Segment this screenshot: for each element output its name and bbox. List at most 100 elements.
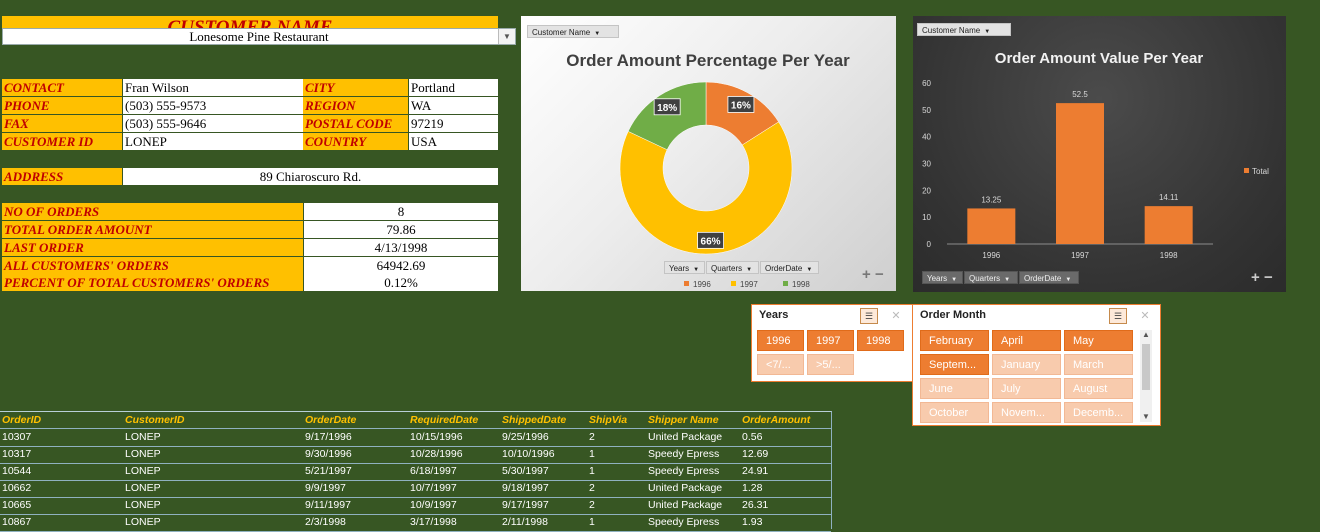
clear-filter-icon[interactable]: ✕ bbox=[1137, 308, 1153, 324]
column-header[interactable]: OrderDate bbox=[305, 412, 356, 428]
chevron-down-icon: ▼ bbox=[746, 267, 753, 273]
table-cell: 1.93 bbox=[742, 516, 763, 528]
slicer-title: Order Month bbox=[920, 309, 986, 321]
table-cell: 9/17/1997 bbox=[502, 499, 549, 511]
scroll-down-icon[interactable]: ▼ bbox=[1140, 412, 1152, 422]
slicer-item[interactable]: January bbox=[992, 354, 1061, 375]
multi-select-icon[interactable]: ☰ bbox=[1109, 308, 1127, 324]
table-cell: LONEP bbox=[125, 465, 161, 477]
bar-chart-panel: Customer Name ▼ Order Amount Value Per Ye… bbox=[913, 16, 1286, 292]
multi-select-icon[interactable]: ☰ bbox=[860, 308, 878, 324]
table-cell: Speedy Epress bbox=[648, 448, 720, 460]
column-header[interactable]: CustomerID bbox=[125, 412, 185, 428]
quarters-field-button[interactable]: Quarters ▼ bbox=[706, 261, 759, 274]
svg-text:18%: 18% bbox=[657, 103, 677, 114]
svg-text:Total: Total bbox=[1252, 167, 1269, 176]
scroll-up-icon[interactable]: ▲ bbox=[1140, 330, 1152, 340]
slicer-item[interactable]: March bbox=[1064, 354, 1133, 375]
legend-item: 1996 bbox=[684, 280, 711, 289]
table-cell: 3/17/1998 bbox=[410, 516, 457, 528]
collapse-button[interactable]: − bbox=[1264, 270, 1273, 285]
table-cell: United Package bbox=[648, 482, 723, 494]
quarters-field-button[interactable]: Quarters ▼ bbox=[964, 271, 1018, 284]
slicer-item[interactable]: 1998 bbox=[857, 330, 904, 351]
address-value: 89 Chiaroscuro Rd. bbox=[122, 168, 498, 186]
years-field-button[interactable]: Years ▼ bbox=[922, 271, 963, 284]
pie-chart-panel: Customer Name ▼ Order Amount Percentage P… bbox=[521, 16, 896, 291]
data-label: 13.25 bbox=[981, 195, 1002, 204]
table-cell: 26.31 bbox=[742, 499, 769, 511]
scroll-thumb[interactable] bbox=[1142, 344, 1150, 390]
region-value: WA bbox=[408, 97, 498, 115]
orderdate-field-button[interactable]: OrderDate ▼ bbox=[1019, 271, 1079, 284]
collapse-button[interactable]: − bbox=[875, 267, 884, 282]
svg-text:1996: 1996 bbox=[693, 280, 711, 289]
table-cell: LONEP bbox=[125, 431, 161, 443]
data-label: 14.11 bbox=[1159, 193, 1179, 202]
field-button-label: Years bbox=[669, 264, 690, 273]
phone-value: (503) 555-9573 bbox=[122, 97, 303, 115]
bar-1997[interactable] bbox=[1056, 103, 1104, 244]
customer-dropdown[interactable]: Lonesome Pine Restaurant ▼ bbox=[2, 28, 516, 45]
stat-label: LAST ORDER bbox=[2, 239, 303, 257]
slicer-item[interactable]: <7/... bbox=[757, 354, 804, 375]
pie-chart-svg: Order Amount Percentage Per Year 16% 66% 1… bbox=[566, 51, 850, 289]
y-tick-label: 20 bbox=[922, 186, 931, 195]
x-tick-label: 1998 bbox=[1160, 251, 1178, 260]
table-cell: 1 bbox=[589, 465, 595, 477]
fax-value: (503) 555-9646 bbox=[122, 115, 303, 133]
slicer-title: Years bbox=[759, 309, 789, 321]
column-header[interactable]: OrderAmount bbox=[742, 412, 810, 428]
data-label: 16% bbox=[727, 96, 755, 113]
data-label: 18% bbox=[653, 98, 681, 116]
slicer-item[interactable]: April bbox=[992, 330, 1061, 351]
stat-label: ALL CUSTOMERS' ORDERS bbox=[2, 257, 303, 275]
table-cell: 10867 bbox=[2, 516, 32, 528]
slicer-item[interactable]: Decemb... bbox=[1064, 402, 1133, 423]
legend-item: Total bbox=[1244, 167, 1269, 176]
chart-title: Order Amount Percentage Per Year bbox=[566, 51, 850, 70]
field-button-label: OrderDate bbox=[765, 264, 803, 273]
slicer-item[interactable]: 1997 bbox=[807, 330, 854, 351]
column-header[interactable]: Shipper Name bbox=[648, 412, 719, 428]
column-header[interactable]: RequiredDate bbox=[410, 412, 478, 428]
slicer-item[interactable]: July bbox=[992, 378, 1061, 399]
clear-filter-icon[interactable]: ✕ bbox=[888, 308, 904, 324]
column-header[interactable]: ShippedDate bbox=[502, 412, 566, 428]
slicer-item[interactable]: 1996 bbox=[757, 330, 804, 351]
slicer-item[interactable]: >5/... bbox=[807, 354, 854, 375]
region-label: REGION bbox=[303, 97, 408, 115]
stat-value: 4/13/1998 bbox=[303, 239, 498, 257]
phone-label: PHONE bbox=[2, 97, 122, 115]
slicer-item[interactable]: October bbox=[920, 402, 989, 423]
slicer-scrollbar[interactable]: ▲ ▼ bbox=[1140, 330, 1152, 422]
chevron-down-icon[interactable]: ▼ bbox=[498, 29, 515, 44]
table-cell: 9/25/1996 bbox=[502, 431, 549, 443]
table-cell: LONEP bbox=[125, 448, 161, 460]
field-button-label: Quarters bbox=[969, 274, 1001, 283]
expand-button[interactable]: + bbox=[1251, 270, 1260, 285]
slicer-item[interactable]: June bbox=[920, 378, 989, 399]
bar-1996[interactable] bbox=[967, 208, 1016, 244]
slicer-item[interactable]: August bbox=[1064, 378, 1133, 399]
slicer-item[interactable]: February bbox=[920, 330, 989, 351]
contact-label: CONTACT bbox=[2, 79, 122, 97]
bar-1998[interactable] bbox=[1144, 206, 1193, 244]
table-cell: LONEP bbox=[125, 516, 161, 528]
slicer-item[interactable]: Septem... bbox=[920, 354, 989, 375]
years-field-button[interactable]: Years ▼ bbox=[664, 261, 705, 274]
slicer-item[interactable]: Novem... bbox=[992, 402, 1061, 423]
table-cell: 2 bbox=[589, 431, 595, 443]
postal-code-label: POSTAL CODE bbox=[303, 115, 408, 133]
column-header[interactable]: ShipVia bbox=[589, 412, 627, 428]
country-label: COUNTRY bbox=[303, 133, 408, 151]
table-cell: 1.28 bbox=[742, 482, 763, 494]
slicer-item[interactable]: May bbox=[1064, 330, 1133, 351]
table-cell: Speedy Epress bbox=[648, 516, 720, 528]
y-tick-label: 60 bbox=[922, 79, 931, 88]
orderdate-field-button[interactable]: OrderDate ▼ bbox=[760, 261, 819, 274]
stat-value: 0.12% bbox=[303, 274, 498, 292]
chevron-down-icon: ▼ bbox=[1065, 277, 1072, 283]
expand-button[interactable]: + bbox=[862, 267, 871, 282]
column-header[interactable]: OrderID bbox=[2, 412, 41, 428]
